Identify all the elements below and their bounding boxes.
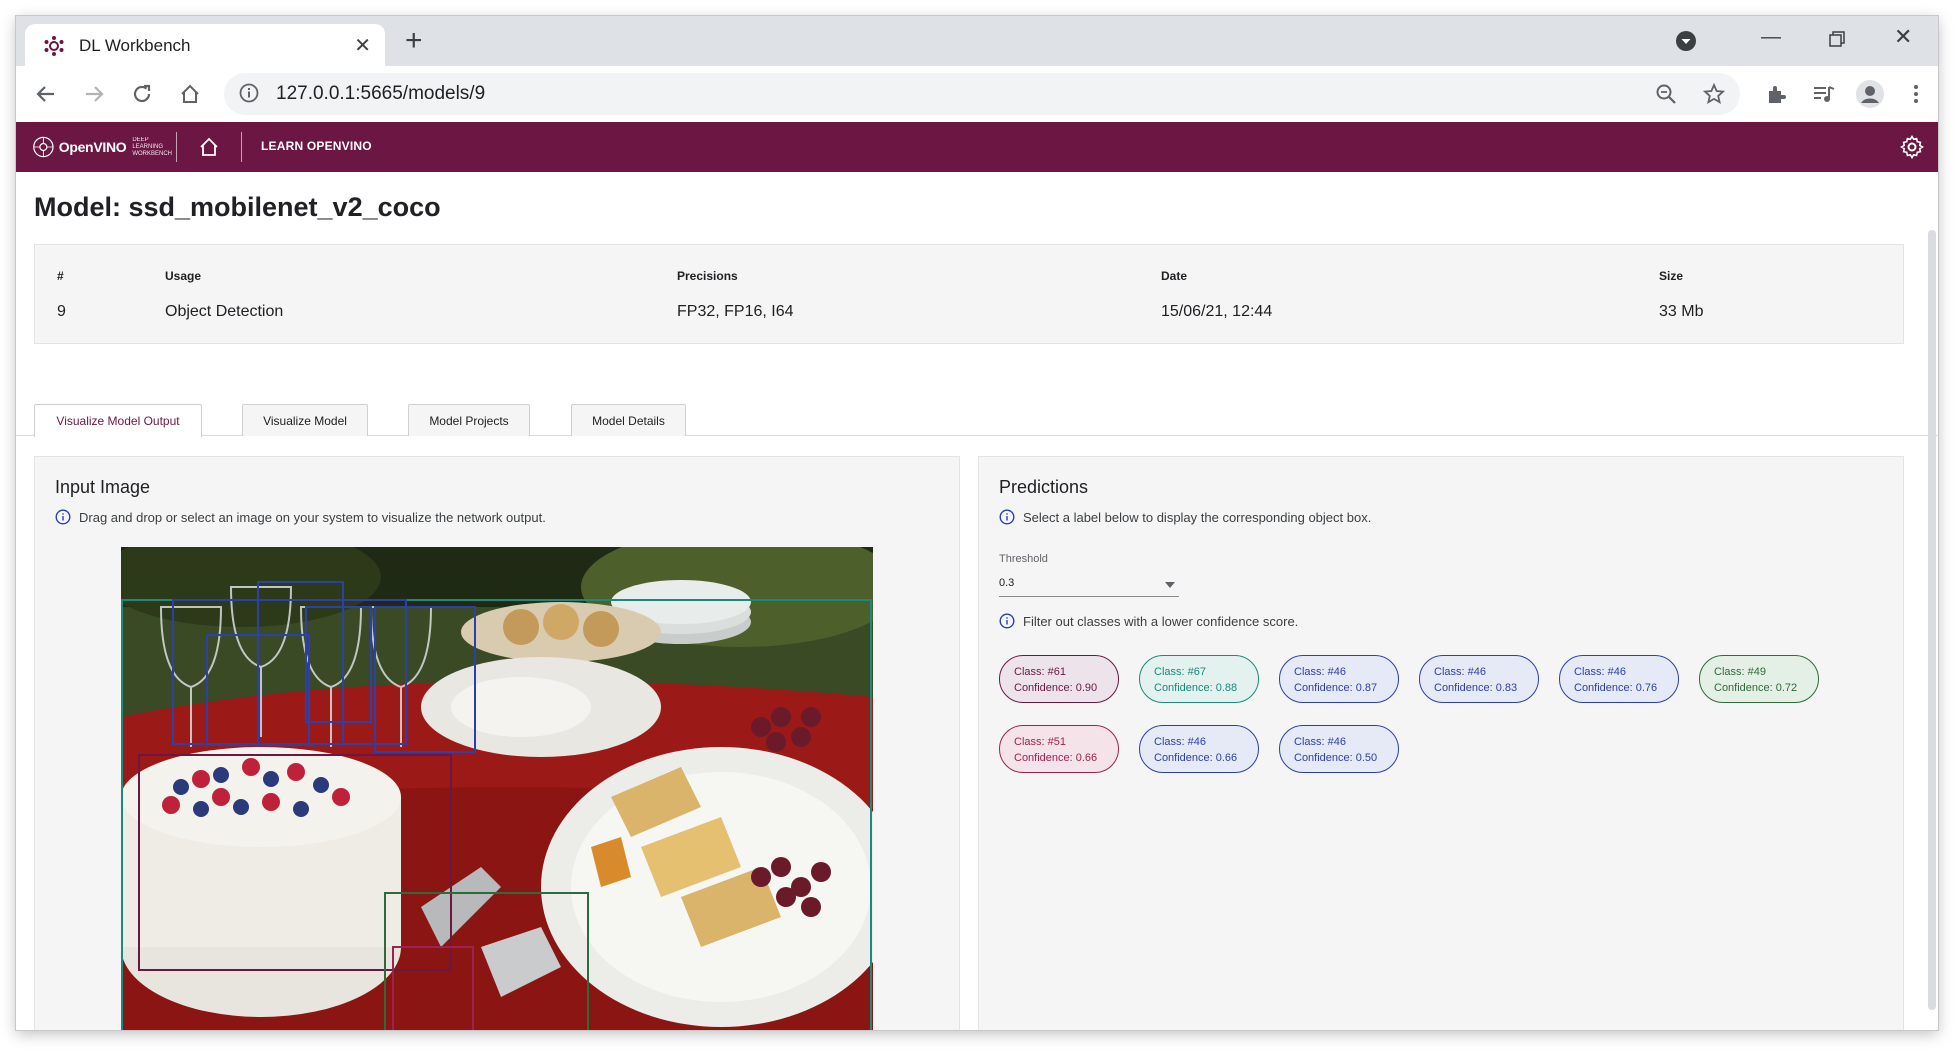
tab-strip: DL Workbench ✕ + — ✕: [16, 16, 1938, 66]
input-image-hint-text: Drag and drop or select an image on your…: [79, 509, 546, 525]
minimize-icon[interactable]: —: [1761, 26, 1781, 49]
url-text: 127.0.0.1:5665/models/9: [276, 83, 486, 104]
zoom-icon[interactable]: [1652, 80, 1680, 108]
model-tabs: Visualize Model Output Visualize Model M…: [16, 404, 1938, 437]
chip-class: Class: #46: [1294, 736, 1346, 748]
chip-confidence: Confidence: 0.87: [1294, 682, 1378, 694]
column-header-date: Date: [1161, 269, 1188, 283]
predictions-title: Predictions: [999, 477, 1089, 497]
chip-confidence: Confidence: 0.88: [1154, 682, 1238, 694]
filter-hint-text: Filter out classes with a lower confiden…: [1023, 613, 1299, 629]
predictions-panel: Predictions Select a label below to disp…: [978, 456, 1904, 1030]
reload-icon[interactable]: [126, 78, 158, 110]
cell-usage: Object Detection: [165, 303, 284, 320]
chip-confidence: Confidence: 0.66: [1154, 752, 1238, 764]
chip-class: Class: #46: [1154, 736, 1206, 748]
prediction-chip[interactable]: Class: #67 Confidence: 0.88: [1139, 655, 1259, 703]
predictions-hint-text: Select a label below to display the corr…: [1023, 509, 1372, 525]
chevron-down-icon: [1165, 582, 1175, 588]
prediction-chip[interactable]: Class: #46 Confidence: 0.66: [1139, 725, 1259, 773]
learn-openvino-link[interactable]: LEARN OPENVINO: [261, 139, 372, 153]
settings-gear-icon[interactable]: [1900, 135, 1924, 159]
main-content: Model: ssd_mobilenet_v2_coco # Usage Pre…: [16, 172, 1938, 1030]
chip-class: Class: #49: [1714, 666, 1766, 678]
chip-class: Class: #51: [1014, 736, 1066, 748]
tab-title: DL Workbench: [79, 36, 191, 55]
openvino-logo[interactable]: OpenVINO DEEP LEARNING WORKBENCH: [32, 130, 172, 164]
column-header-size: Size: [1659, 269, 1684, 283]
column-header-usage: Usage: [165, 269, 202, 283]
chip-class: Class: #67: [1154, 666, 1206, 678]
site-info-icon[interactable]: [238, 82, 260, 104]
page-scrollbar[interactable]: [1928, 230, 1936, 1010]
cell-precisions: FP32, FP16, I64: [677, 303, 794, 320]
column-header-precisions: Precisions: [677, 269, 738, 283]
chip-confidence: Confidence: 0.90: [1014, 682, 1098, 694]
info-icon: [999, 509, 1015, 525]
header-divider: [176, 132, 177, 162]
chip-class: Class: #46: [1434, 666, 1486, 678]
prediction-chip[interactable]: Class: #61 Confidence: 0.90: [999, 655, 1119, 703]
input-image-title: Input Image: [55, 477, 151, 497]
browser-window: DL Workbench ✕ + — ✕ 127.0.0.1:5665/mode…: [16, 16, 1938, 1030]
profile-avatar-icon[interactable]: [1854, 78, 1886, 110]
info-icon: [999, 613, 1015, 629]
app-home-icon[interactable]: [196, 134, 222, 160]
prediction-chip[interactable]: Class: #49 Confidence: 0.72: [1699, 655, 1819, 703]
column-header-number: #: [57, 269, 64, 283]
tab-model-projects[interactable]: Model Projects: [408, 404, 530, 436]
chip-class: Class: #46: [1574, 666, 1626, 678]
prediction-chip[interactable]: Class: #46 Confidence: 0.87: [1279, 655, 1399, 703]
input-image-panel: Input Image Drag and drop or select an i…: [34, 456, 960, 1030]
cell-size: 33 Mb: [1659, 303, 1704, 320]
chip-confidence: Confidence: 0.76: [1574, 682, 1658, 694]
chip-confidence: Confidence: 0.72: [1714, 682, 1798, 694]
close-tab-icon[interactable]: ✕: [354, 33, 371, 58]
prediction-chip[interactable]: Class: #46 Confidence: 0.50: [1279, 725, 1399, 773]
close-window-icon[interactable]: ✕: [1894, 24, 1912, 50]
chip-class: Class: #46: [1294, 666, 1346, 678]
tab-search-icon[interactable]: [1675, 30, 1697, 52]
app-header: OpenVINO DEEP LEARNING WORKBENCH LEARN O…: [16, 122, 1938, 172]
prediction-chip[interactable]: Class: #46 Confidence: 0.76: [1559, 655, 1679, 703]
chip-confidence: Confidence: 0.83: [1434, 682, 1518, 694]
threshold-select[interactable]: 0.3: [999, 571, 1179, 597]
logo-text: OpenVINO: [58, 139, 127, 155]
tab-visualize-model[interactable]: Visualize Model: [242, 404, 368, 436]
threshold-label: Threshold: [999, 553, 1048, 565]
model-info-table: # Usage Precisions Date Size 9 Object De…: [34, 244, 1904, 344]
home-icon[interactable]: [174, 78, 206, 110]
openvino-logo-icon: [33, 136, 54, 158]
address-bar[interactable]: 127.0.0.1:5665/models/9: [224, 73, 1740, 115]
reading-list-icon[interactable]: [1808, 78, 1840, 110]
input-image-preview[interactable]: [121, 547, 873, 1030]
prediction-chip[interactable]: Class: #46 Confidence: 0.83: [1419, 655, 1539, 703]
threshold-value: 0.3: [999, 577, 1015, 589]
browser-tab[interactable]: DL Workbench ✕: [25, 24, 385, 66]
cell-date: 15/06/21, 12:44: [1161, 303, 1273, 320]
tab-visualize-model-output[interactable]: Visualize Model Output: [34, 404, 202, 437]
chip-confidence: Confidence: 0.66: [1014, 752, 1098, 764]
bookmark-star-icon[interactable]: [1700, 80, 1728, 108]
prediction-chip[interactable]: Class: #51 Confidence: 0.66: [999, 725, 1119, 773]
new-tab-icon[interactable]: +: [405, 26, 423, 56]
tab-model-details[interactable]: Model Details: [571, 404, 686, 436]
browser-toolbar: 127.0.0.1:5665/models/9: [16, 66, 1938, 122]
chip-class: Class: #61: [1014, 666, 1066, 678]
header-divider: [241, 132, 242, 162]
extensions-icon[interactable]: [1760, 78, 1792, 110]
page-title: Model: ssd_mobilenet_v2_coco: [34, 192, 441, 222]
cell-number: 9: [57, 303, 66, 320]
restore-icon[interactable]: [1828, 30, 1846, 48]
info-icon: [55, 509, 71, 525]
logo-subtitle: DEEP LEARNING WORKBENCH: [132, 136, 173, 157]
browser-menu-icon[interactable]: [1900, 78, 1932, 110]
filter-hint: Filter out classes with a lower confiden…: [999, 613, 1298, 629]
forward-arrow-icon[interactable]: [78, 78, 110, 110]
workbench-favicon-icon: [44, 36, 64, 56]
predictions-hint: Select a label below to display the corr…: [999, 509, 1371, 525]
input-image-hint: Drag and drop or select an image on your…: [55, 509, 546, 525]
chip-confidence: Confidence: 0.50: [1294, 752, 1378, 764]
back-arrow-icon[interactable]: [30, 78, 62, 110]
